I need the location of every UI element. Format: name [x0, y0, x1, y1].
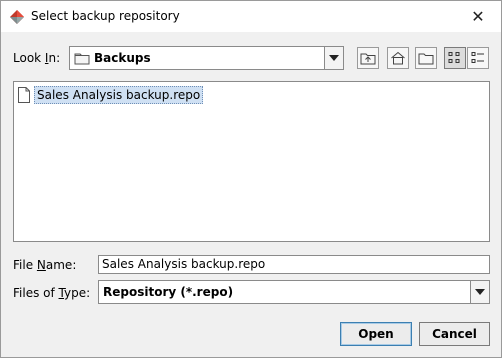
new-folder-icon	[418, 53, 434, 65]
cancel-button[interactable]: Cancel	[419, 322, 490, 346]
list-view-icon	[448, 52, 460, 63]
chevron-down-icon	[329, 55, 339, 61]
home-button[interactable]	[387, 47, 409, 69]
look-in-value: Backups	[74, 47, 151, 69]
file-type-dropdown-button[interactable]	[470, 281, 489, 303]
up-one-level-icon	[360, 53, 376, 65]
file-name-label: File Name:	[13, 258, 77, 272]
file-item-name: Sales Analysis backup.repo	[34, 86, 204, 104]
file-icon	[18, 87, 30, 103]
home-icon	[391, 51, 405, 65]
look-in-combobox[interactable]: Backups	[69, 46, 344, 70]
details-view-button[interactable]	[467, 47, 489, 69]
file-list[interactable]: Sales Analysis backup.repo	[13, 81, 490, 242]
details-view-icon	[471, 52, 484, 63]
chevron-down-icon	[475, 289, 485, 295]
new-folder-button[interactable]	[415, 47, 437, 69]
list-view-button[interactable]	[444, 47, 466, 69]
look-in-label: Look In:	[13, 51, 61, 65]
title-bar[interactable]: Select backup repository ✕	[1, 1, 501, 32]
file-item[interactable]: Sales Analysis backup.repo	[17, 85, 204, 105]
up-one-level-button[interactable]	[357, 47, 379, 69]
dialog-title: Select backup repository	[31, 9, 180, 23]
look-in-dropdown-button[interactable]	[324, 47, 343, 69]
close-icon: ✕	[471, 7, 485, 26]
file-name-field[interactable]: Sales Analysis backup.repo	[98, 255, 490, 274]
file-type-label: Files of Type:	[13, 286, 91, 300]
open-button[interactable]: Open	[340, 322, 412, 346]
file-chooser-dialog: Select backup repository ✕ Look In: Back…	[0, 0, 502, 358]
app-icon	[10, 10, 24, 24]
close-button[interactable]: ✕	[455, 1, 501, 32]
folder-icon	[74, 53, 90, 65]
file-type-value: Repository (*.repo)	[103, 285, 234, 299]
file-type-combobox[interactable]: Repository (*.repo)	[98, 280, 490, 304]
